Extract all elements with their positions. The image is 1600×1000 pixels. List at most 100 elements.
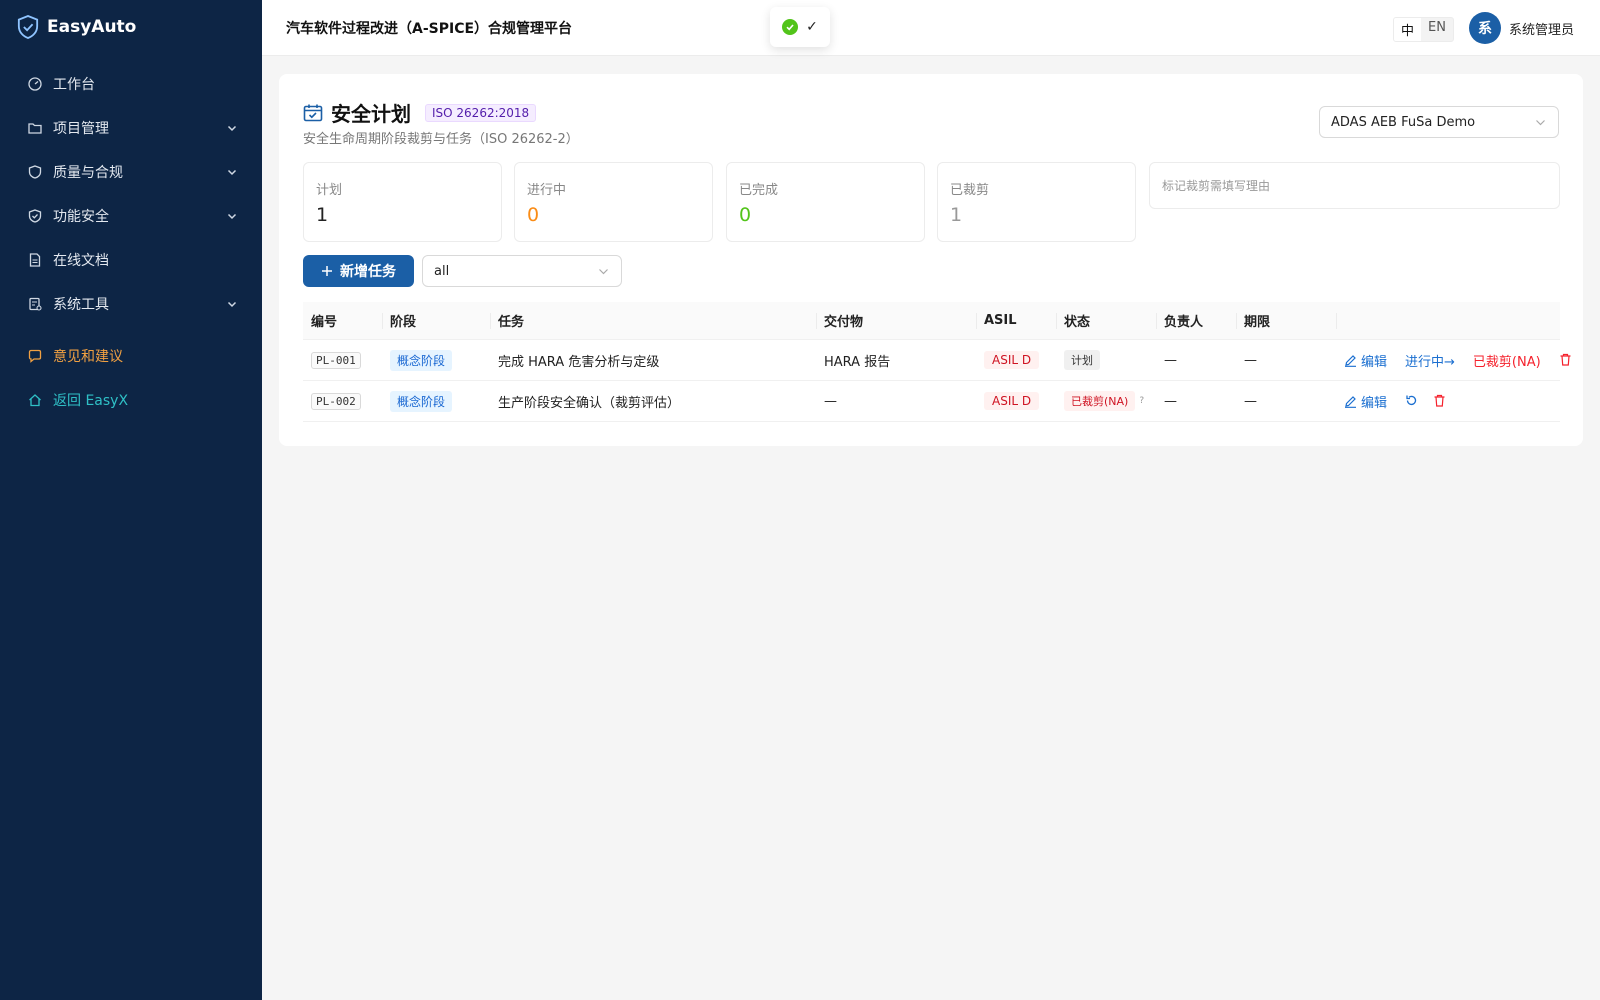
status-badge: 计划 [1064, 350, 1100, 370]
edit-label: 编辑 [1361, 354, 1388, 370]
start-progress-button[interactable]: 进行中→ [1405, 351, 1455, 370]
cell-owner: — [1164, 352, 1177, 368]
sidebar-item-label: 在线文档 [53, 253, 109, 269]
chat-icon [28, 349, 42, 363]
project-select[interactable]: ADAS AEB FuSa Demo [1319, 106, 1559, 138]
sidebar: EasyAuto 工作台 项目管理 质量与合规 功能安全 在线文档 系统工具 意… [0, 0, 262, 1000]
chevron-down-icon [227, 125, 237, 132]
stat-value: 1 [316, 204, 329, 226]
add-task-label: 新增任务 [340, 264, 396, 280]
edit-button[interactable]: 编辑 [1344, 351, 1387, 370]
filter-value: all [434, 263, 450, 279]
shield-icon [28, 165, 42, 179]
sidebar-item-feedback[interactable]: 意见和建议 [0, 334, 262, 378]
sidebar-item-functional-safety[interactable]: 功能安全 [0, 194, 262, 238]
success-toast: ✓ [770, 7, 830, 47]
sidebar-item-workbench[interactable]: 工作台 [0, 62, 262, 106]
cell-status: 已裁剪(NA) ? [1056, 391, 1156, 411]
stat-value: 1 [950, 204, 963, 226]
table-row: PL-002 概念阶段 生产阶段安全确认（裁剪评估） — ASIL D 已裁剪(… [303, 381, 1560, 422]
delete-icon[interactable] [1559, 353, 1572, 367]
sidebar-item-quality[interactable]: 质量与合规 [0, 150, 262, 194]
cell-deliverable: — [824, 393, 837, 409]
cell-actions: 编辑 进行中→ 已裁剪(NA) [1336, 351, 1571, 370]
lang-en-button[interactable]: EN [1421, 18, 1453, 41]
chevron-down-icon [227, 301, 237, 308]
shield-check-icon [17, 15, 39, 39]
phase-tag: 概念阶段 [390, 349, 453, 371]
tool-icon [29, 297, 42, 311]
lang-zh-button[interactable]: 中 [1394, 18, 1422, 41]
page-title-row: 安全计划 ISO 26262:2018 [303, 98, 537, 127]
column-header-id: 编号 [311, 315, 338, 330]
chevron-down-icon [227, 169, 237, 176]
tailor-reason-field[interactable]: 标记裁剪需填写理由 [1149, 162, 1560, 209]
column-header-task: 任务 [490, 302, 816, 339]
user-name: 系统管理员 [1508, 22, 1574, 38]
dashboard-icon [28, 77, 42, 91]
page-subtitle: 安全生命周期阶段裁剪与任务（ISO 26262-2） [303, 132, 579, 147]
brand-name: EasyAuto [47, 17, 137, 37]
cell-actions: 编辑 [1336, 392, 1560, 411]
chevron-down-icon [227, 213, 237, 220]
standard-tag: ISO 26262:2018 [425, 103, 537, 122]
sidebar-item-label: 返回 EasyX [53, 393, 129, 409]
cell-deadline: — [1244, 393, 1257, 409]
toast-message: ✓ [806, 19, 818, 35]
sidebar-item-back-easyx[interactable]: 返回 EasyX [0, 378, 262, 422]
sidebar-item-docs[interactable]: 在线文档 [0, 238, 262, 282]
cell-deliverable: HARA 报告 [824, 354, 891, 370]
plus-icon [322, 266, 332, 276]
cell-asil: ASIL D [976, 351, 1056, 369]
restore-icon[interactable] [1405, 394, 1419, 408]
stat-completed: 已完成 0 [726, 162, 925, 242]
stat-label: 已完成 [739, 183, 779, 198]
task-id-code: PL-002 [311, 392, 361, 410]
page-title: 安全计划 [331, 102, 411, 126]
cell-deadline: — [1244, 352, 1257, 368]
delete-icon[interactable] [1433, 394, 1447, 408]
menu-divider [0, 326, 262, 330]
sidebar-item-label: 意见和建议 [53, 349, 123, 365]
user-menu[interactable]: 系 系统管理员 [1468, 12, 1574, 44]
column-header-owner: 负责人 [1156, 302, 1236, 339]
status-filter-select[interactable]: all [422, 255, 622, 287]
edit-icon [1345, 354, 1356, 367]
document-icon [29, 253, 41, 267]
edit-label: 编辑 [1361, 395, 1388, 411]
cell-status: 计划 [1056, 350, 1156, 370]
sidebar-item-projects[interactable]: 项目管理 [0, 106, 262, 150]
stat-label: 进行中 [527, 183, 567, 198]
sidebar-item-label: 工作台 [53, 77, 95, 93]
table-header: 编号 阶段 任务 交付物 ASIL 状态 负责人 期限 [303, 302, 1560, 340]
add-task-button[interactable]: 新增任务 [303, 255, 414, 287]
sidebar-item-tools[interactable]: 系统工具 [0, 282, 262, 326]
stat-value: 0 [739, 204, 752, 226]
mark-tailored-button[interactable]: 已裁剪(NA) [1473, 351, 1541, 370]
home-icon [29, 394, 41, 407]
tailor-reason-hint[interactable]: ? [1139, 396, 1144, 406]
edit-button[interactable]: 编辑 [1344, 392, 1387, 411]
safety-plan-card: 安全计划 ISO 26262:2018 安全生命周期阶段裁剪与任务（ISO 26… [279, 74, 1583, 446]
column-header-status: 状态 [1056, 302, 1156, 339]
cell-task: 生产阶段安全确认（裁剪评估） [498, 395, 681, 411]
column-header-asil: ASIL [976, 302, 1056, 339]
sidebar-menu: 工作台 项目管理 质量与合规 功能安全 在线文档 系统工具 意见和建议 返回 E… [0, 62, 262, 422]
chevron-down-icon [1536, 120, 1545, 126]
asil-tag: ASIL D [984, 351, 1040, 369]
cell-phase: 概念阶段 [382, 390, 490, 412]
table-row: PL-001 概念阶段 完成 HARA 危害分析与定级 HARA 报告 ASIL… [303, 340, 1571, 381]
avatar: 系 [1468, 12, 1501, 44]
column-header-deadline: 期限 [1236, 302, 1336, 339]
language-switch: 中 EN [1393, 17, 1454, 42]
top-header: 汽车软件过程改进（A-SPICE）合规管理平台 中 EN 系 系统管理员 [262, 0, 1600, 56]
brand[interactable]: EasyAuto [0, 0, 262, 54]
calendar-check-icon [303, 104, 323, 121]
cell-phase: 概念阶段 [382, 349, 490, 371]
chevron-down-icon [599, 269, 608, 275]
cell-id: PL-002 [303, 392, 382, 410]
column-header-phase: 阶段 [382, 302, 490, 339]
project-select-value: ADAS AEB FuSa Demo [1331, 114, 1476, 130]
sidebar-item-label: 质量与合规 [53, 165, 123, 181]
stat-label: 已裁剪 [950, 183, 990, 198]
